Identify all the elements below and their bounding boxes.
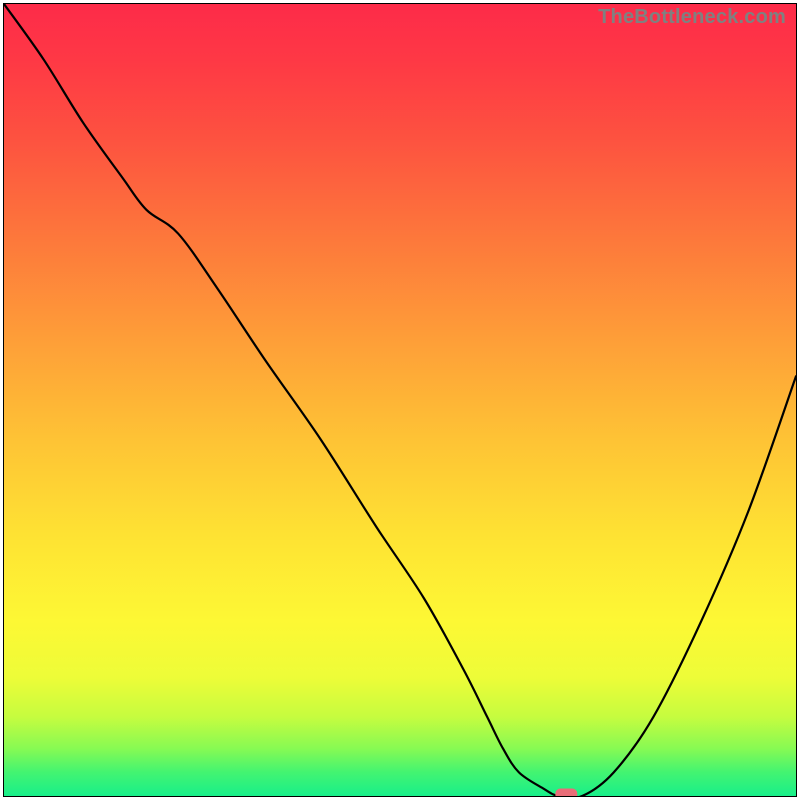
watermark-label: TheBottleneck.com [598, 6, 786, 29]
chart-frame: TheBottleneck.com [3, 3, 797, 797]
bottleneck-plot [4, 4, 796, 796]
gradient-background [4, 4, 796, 796]
optimal-marker [555, 789, 577, 797]
